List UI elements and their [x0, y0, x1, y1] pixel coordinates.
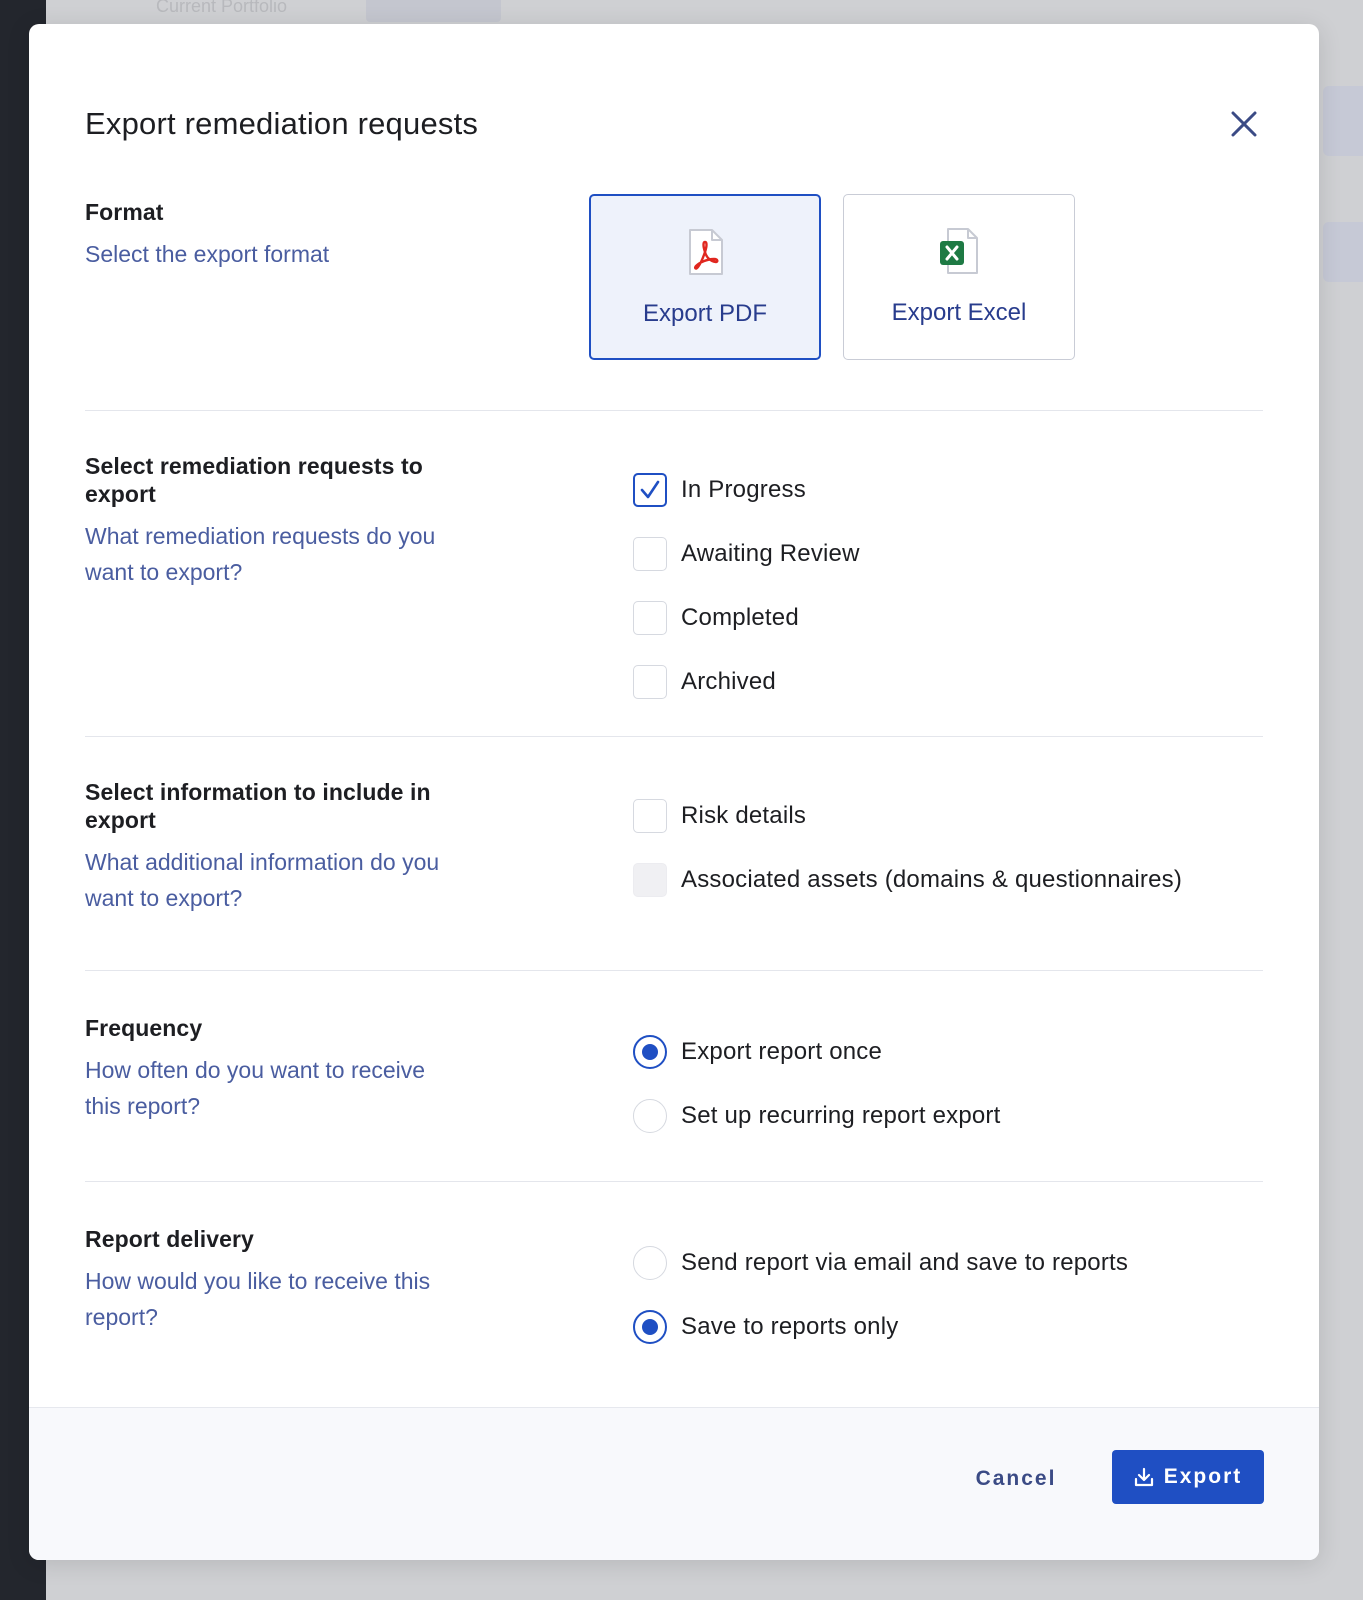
option-associated-assets[interactable]: Associated assets (domains & questionnai… — [633, 862, 1182, 898]
option-label: Set up recurring report export — [681, 1102, 1001, 1129]
section-divider — [85, 1181, 1263, 1182]
option-awaiting-review[interactable]: Awaiting Review — [633, 536, 860, 572]
delivery-section: Report delivery How would you like to re… — [85, 1225, 1263, 1385]
checkbox[interactable] — [633, 601, 667, 635]
option-risk-details[interactable]: Risk details — [633, 798, 806, 834]
modal-footer: Cancel Export — [29, 1407, 1319, 1560]
option-save-only[interactable]: Save to reports only — [633, 1309, 898, 1345]
background-breadcrumb: Current Portfolio — [156, 0, 288, 16]
radio-dot — [642, 1044, 658, 1060]
option-label: Risk details — [681, 802, 807, 829]
background-pill — [366, 0, 501, 22]
requests-title: Select remediation requests to export — [85, 453, 423, 507]
option-label: Completed — [681, 604, 799, 631]
background-block — [1323, 86, 1363, 156]
option-archived[interactable]: Archived — [633, 664, 776, 700]
option-export-once[interactable]: Export report once — [633, 1034, 882, 1070]
excel-file-icon — [940, 228, 978, 274]
section-divider — [85, 970, 1263, 971]
checkbox[interactable] — [633, 665, 667, 699]
option-in-progress[interactable]: In Progress — [633, 472, 806, 508]
export-excel-card[interactable]: Export Excel — [843, 194, 1075, 360]
section-divider — [85, 410, 1263, 411]
export-pdf-label: Export PDF — [642, 300, 768, 327]
option-label: Awaiting Review — [681, 540, 860, 567]
download-icon — [1134, 1467, 1153, 1487]
checkbox[interactable] — [633, 537, 667, 571]
option-label: Associated assets (domains & questionnai… — [681, 866, 1183, 893]
radio-button[interactable] — [633, 1310, 667, 1344]
export-excel-label: Export Excel — [891, 299, 1027, 326]
pdf-file-icon — [689, 229, 723, 275]
radio-button[interactable] — [633, 1246, 667, 1280]
option-label: Send report via email and save to report… — [681, 1249, 1129, 1276]
option-label: In Progress — [681, 476, 806, 503]
option-email-and-save[interactable]: Send report via email and save to report… — [633, 1245, 1128, 1281]
delivery-subtitle: How would you like to receive this repor… — [85, 1268, 431, 1330]
option-recurring-export[interactable]: Set up recurring report export — [633, 1098, 1001, 1134]
export-modal: Export remediation requests Format Selec… — [29, 24, 1319, 1560]
frequency-subtitle: How often do you want to receive this re… — [85, 1057, 426, 1119]
information-subtitle: What additional information do you want … — [85, 849, 440, 911]
export-button-label: Export — [1163, 1465, 1243, 1488]
delivery-title: Report delivery — [85, 1226, 254, 1252]
close-icon — [1231, 111, 1257, 137]
modal-title: Export remediation requests — [85, 106, 479, 141]
option-label: Save to reports only — [681, 1313, 899, 1340]
radio-button[interactable] — [633, 1035, 667, 1069]
option-label: Archived — [681, 668, 776, 695]
format-title: Format — [85, 199, 164, 225]
format-subtitle: Select the export format — [85, 241, 330, 267]
checkbox[interactable] — [633, 799, 667, 833]
option-completed[interactable]: Completed — [633, 600, 799, 636]
checkmark-icon — [640, 480, 660, 499]
close-button[interactable] — [1222, 102, 1266, 146]
checkbox[interactable] — [633, 473, 667, 507]
frequency-section: Frequency How often do you want to recei… — [85, 1014, 1263, 1174]
export-button[interactable]: Export — [1112, 1450, 1264, 1504]
section-divider — [85, 736, 1263, 737]
information-title: Select information to include in export — [85, 779, 431, 833]
frequency-title: Frequency — [85, 1015, 203, 1041]
cancel-button[interactable]: Cancel — [961, 1455, 1071, 1503]
checkbox[interactable] — [633, 863, 667, 897]
radio-button[interactable] — [633, 1099, 667, 1133]
background-block — [1323, 222, 1363, 282]
requests-section: Select remediation requests to export Wh… — [85, 452, 1263, 712]
option-label: Export report once — [681, 1038, 883, 1065]
format-section: Format Select the export format Export P… — [85, 194, 1263, 414]
requests-subtitle: What remediation requests do you want to… — [85, 523, 436, 585]
radio-dot — [642, 1319, 658, 1335]
information-section: Select information to include in export … — [85, 778, 1263, 978]
export-pdf-card[interactable]: Export PDF — [589, 194, 821, 360]
